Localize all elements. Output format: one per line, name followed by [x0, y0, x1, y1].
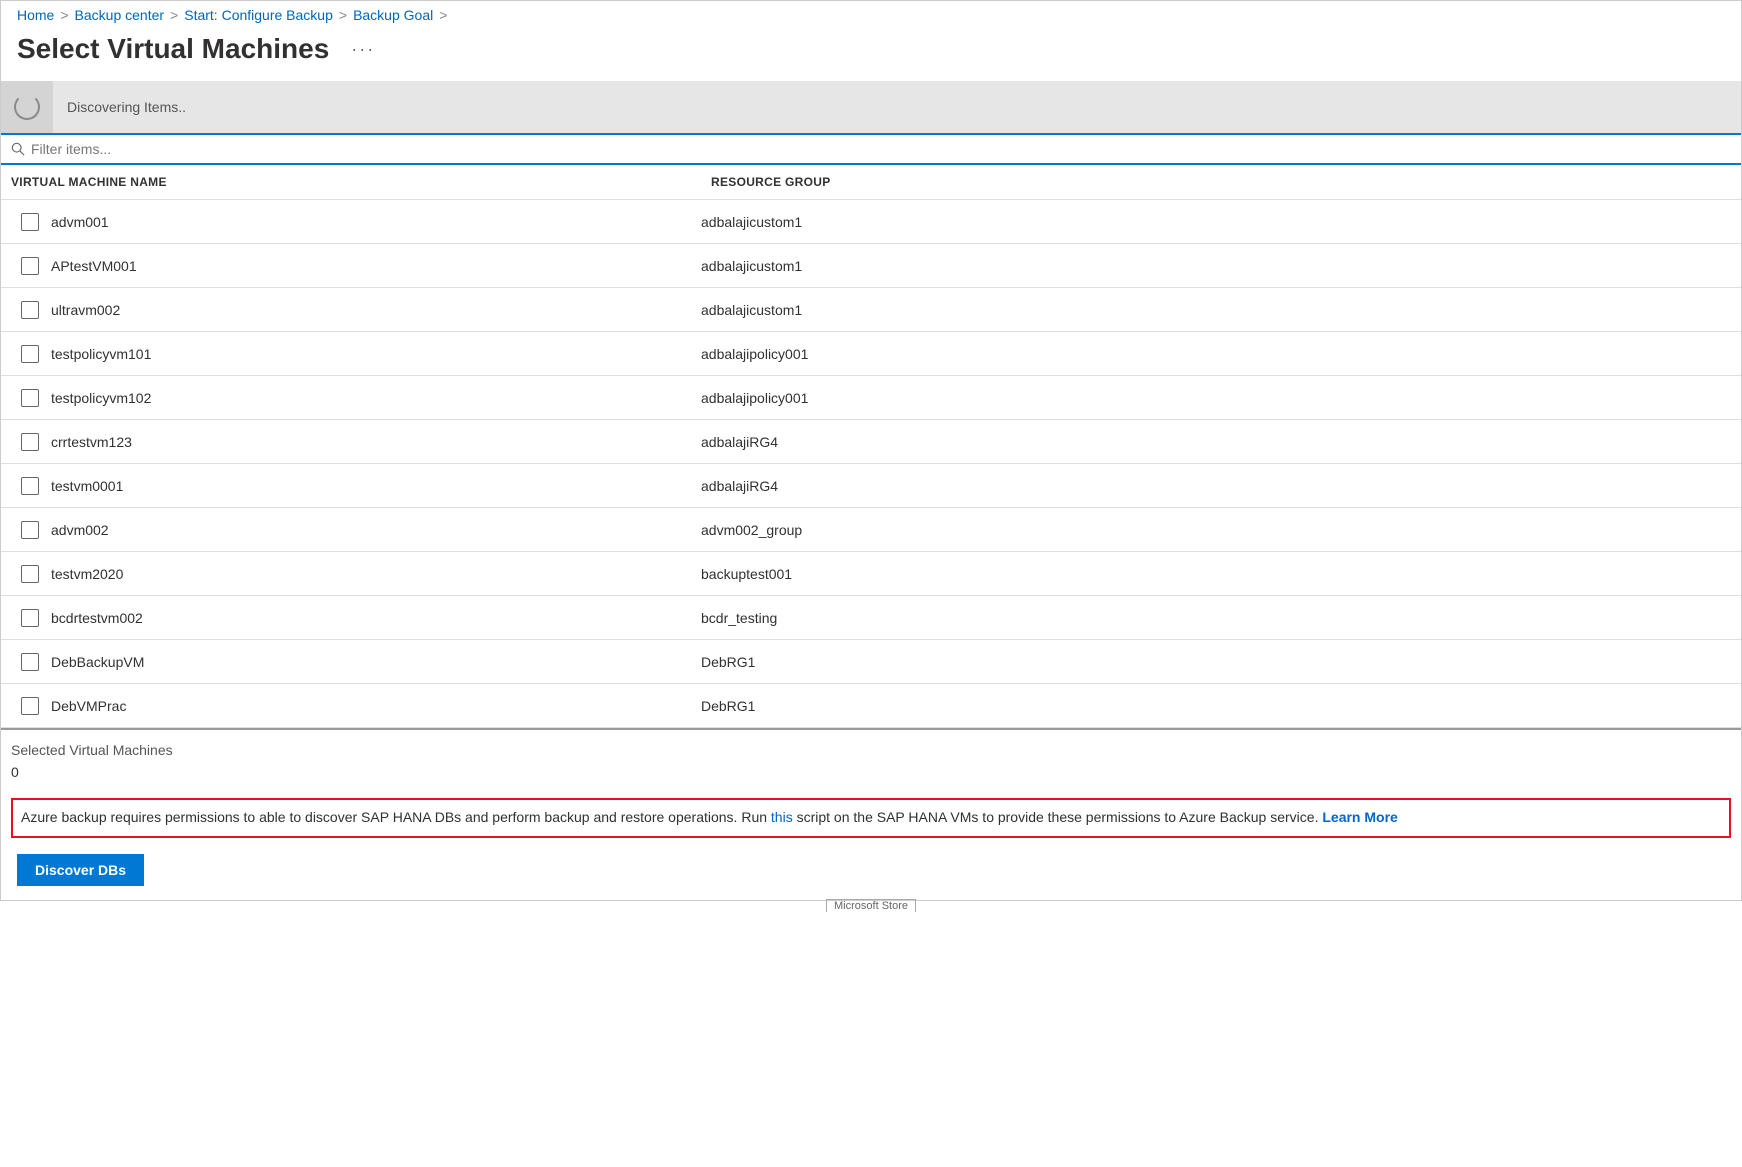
row-checkbox[interactable]: [21, 521, 39, 539]
permissions-text-middle: script on the SAP HANA VMs to provide th…: [793, 809, 1323, 825]
table-row: advm002advm002_group: [1, 508, 1741, 552]
resource-group-cell: adbalajicustom1: [701, 302, 1741, 318]
resource-group-cell: backuptest001: [701, 566, 1741, 582]
vm-name-cell: testpolicyvm101: [51, 346, 701, 362]
table-row: advm001adbalajicustom1: [1, 200, 1741, 244]
table-row: testvm0001adbalajiRG4: [1, 464, 1741, 508]
row-checkbox[interactable]: [21, 653, 39, 671]
resource-group-cell: adbalajicustom1: [701, 214, 1741, 230]
permissions-notice: Azure backup requires permissions to abl…: [11, 798, 1731, 838]
table-row: DebVMPracDebRG1: [1, 684, 1741, 728]
loading-spinner-icon: [14, 94, 40, 120]
vm-name-cell: ultravm002: [51, 302, 701, 318]
permissions-learn-more-link[interactable]: Learn More: [1322, 809, 1397, 825]
breadcrumb-configure-backup[interactable]: Start: Configure Backup: [184, 7, 333, 23]
vm-name-cell: crrtestvm123: [51, 434, 701, 450]
vm-name-cell: advm002: [51, 522, 701, 538]
filter-row: [1, 133, 1741, 165]
filter-input[interactable]: [31, 141, 1731, 157]
row-checkbox[interactable]: [21, 213, 39, 231]
vm-name-cell: testvm2020: [51, 566, 701, 582]
permissions-script-link[interactable]: this: [771, 809, 793, 825]
selected-section: Selected Virtual Machines 0: [1, 730, 1741, 788]
selected-vms-label: Selected Virtual Machines: [11, 742, 1731, 758]
vm-name-cell: APtestVM001: [51, 258, 701, 274]
row-checkbox[interactable]: [21, 389, 39, 407]
chevron-right-icon: >: [170, 7, 178, 23]
breadcrumb-backup-center[interactable]: Backup center: [75, 7, 165, 23]
resource-group-cell: DebRG1: [701, 654, 1741, 670]
column-header-vm-name[interactable]: VIRTUAL MACHINE NAME: [11, 175, 711, 189]
table-row: testpolicyvm102adbalajipolicy001: [1, 376, 1741, 420]
resource-group-cell: adbalajicustom1: [701, 258, 1741, 274]
chevron-right-icon: >: [339, 7, 347, 23]
row-checkbox[interactable]: [21, 565, 39, 583]
breadcrumb-backup-goal[interactable]: Backup Goal: [353, 7, 433, 23]
breadcrumb: Home > Backup center > Start: Configure Back…: [1, 1, 1741, 29]
table-row: APtestVM001adbalajicustom1: [1, 244, 1741, 288]
resource-group-cell: bcdr_testing: [701, 610, 1741, 626]
spinner-container: [1, 81, 53, 133]
row-checkbox[interactable]: [21, 433, 39, 451]
vm-name-cell: DebBackupVM: [51, 654, 701, 670]
resource-group-cell: adbalajiRG4: [701, 434, 1741, 450]
resource-group-cell: advm002_group: [701, 522, 1741, 538]
column-header-resource-group[interactable]: RESOURCE GROUP: [711, 175, 1731, 189]
table-row: DebBackupVMDebRG1: [1, 640, 1741, 684]
row-checkbox[interactable]: [21, 609, 39, 627]
status-bar: Discovering Items..: [1, 81, 1741, 133]
resource-group-cell: adbalajipolicy001: [701, 390, 1741, 406]
row-checkbox[interactable]: [21, 257, 39, 275]
taskbar-ms-store[interactable]: Microsoft Store: [826, 899, 916, 912]
status-text: Discovering Items..: [67, 99, 186, 115]
chevron-right-icon: >: [60, 7, 68, 23]
breadcrumb-home[interactable]: Home: [17, 7, 54, 23]
vm-name-cell: DebVMPrac: [51, 698, 701, 714]
resource-group-cell: adbalajiRG4: [701, 478, 1741, 494]
table-row: ultravm002adbalajicustom1: [1, 288, 1741, 332]
row-checkbox[interactable]: [21, 301, 39, 319]
permissions-text-prefix: Azure backup requires permissions to abl…: [21, 809, 771, 825]
vm-name-cell: advm001: [51, 214, 701, 230]
row-checkbox[interactable]: [21, 345, 39, 363]
row-checkbox[interactable]: [21, 697, 39, 715]
table-row: crrtestvm123adbalajiRG4: [1, 420, 1741, 464]
table-row: testpolicyvm101adbalajipolicy001: [1, 332, 1741, 376]
page-title: Select Virtual Machines: [17, 33, 329, 65]
vm-name-cell: bcdrtestvm002: [51, 610, 701, 626]
more-actions-button[interactable]: ···: [351, 39, 375, 60]
table-row: testvm2020backuptest001: [1, 552, 1741, 596]
table-header: VIRTUAL MACHINE NAME RESOURCE GROUP: [1, 165, 1741, 200]
resource-group-cell: DebRG1: [701, 698, 1741, 714]
search-icon: [11, 142, 25, 156]
selected-vms-count: 0: [11, 764, 1731, 780]
vm-name-cell: testpolicyvm102: [51, 390, 701, 406]
discover-dbs-button[interactable]: Discover DBs: [17, 854, 144, 886]
vm-name-cell: testvm0001: [51, 478, 701, 494]
resource-group-cell: adbalajipolicy001: [701, 346, 1741, 362]
row-checkbox[interactable]: [21, 477, 39, 495]
chevron-right-icon: >: [439, 7, 447, 23]
table-row: bcdrtestvm002bcdr_testing: [1, 596, 1741, 640]
